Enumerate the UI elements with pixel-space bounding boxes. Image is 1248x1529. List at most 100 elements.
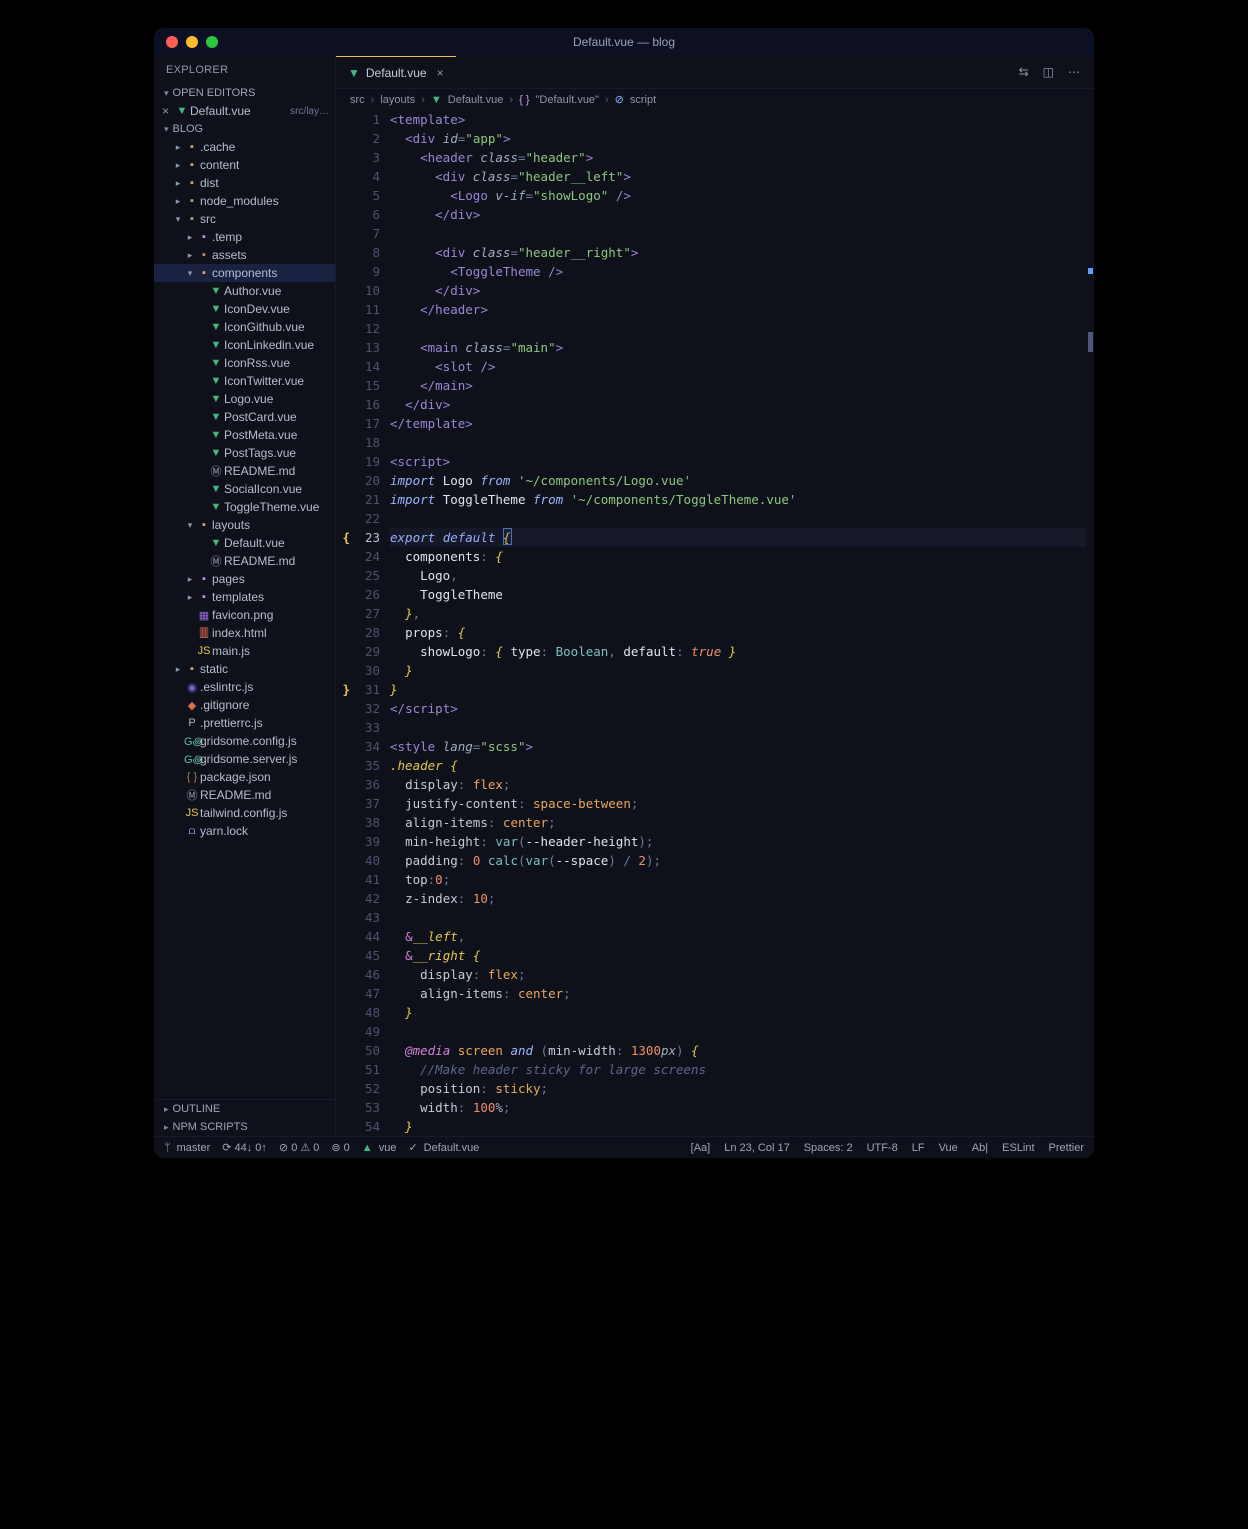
folder-item[interactable]: ▾▪components: [154, 264, 335, 282]
file-item[interactable]: G꩜gridsome.server.js: [154, 750, 335, 768]
file-item[interactable]: ▼SocialIcon.vue: [154, 480, 335, 498]
file-item[interactable]: ▼IconGithub.vue: [154, 318, 335, 336]
file-item[interactable]: ▼ToggleTheme.vue: [154, 498, 335, 516]
folder-item[interactable]: ▾▪src: [154, 210, 335, 228]
file-item[interactable]: ⓂREADME.md: [154, 552, 335, 570]
file-item[interactable]: ▼IconLinkedin.vue: [154, 336, 335, 354]
chevron-right-icon: ▸: [172, 160, 184, 171]
eslint-status[interactable]: ESLint: [1002, 1142, 1034, 1154]
file-item[interactable]: P.prettierrc.js: [154, 714, 335, 732]
file-item[interactable]: 🀫index.html: [154, 624, 335, 642]
overview-ruler[interactable]: [1087, 110, 1093, 1136]
ab-indicator[interactable]: Ab|: [972, 1142, 988, 1154]
file-item[interactable]: ⓂREADME.md: [154, 462, 335, 480]
folder-item[interactable]: ▾▪layouts: [154, 516, 335, 534]
file-item[interactable]: JSmain.js: [154, 642, 335, 660]
folder-item[interactable]: ▸▪content: [154, 156, 335, 174]
folder-icon: ▪: [196, 267, 212, 279]
folder-item[interactable]: ▸▪static: [154, 660, 335, 678]
file-item[interactable]: ▼Default.vue: [154, 534, 335, 552]
vue-icon: ▼: [208, 429, 224, 441]
problems[interactable]: ⊘ 0 ⚠ 0: [279, 1141, 319, 1154]
folder-item[interactable]: ▸▪.cache: [154, 138, 335, 156]
folder-item[interactable]: ▸▪pages: [154, 570, 335, 588]
prettier-file[interactable]: ✓Default.vue: [408, 1141, 479, 1154]
open-editor-item[interactable]: ×▼Default.vuesrc/lay…: [154, 102, 335, 120]
file-item[interactable]: ▼IconDev.vue: [154, 300, 335, 318]
file-item[interactable]: ▼IconRss.vue: [154, 354, 335, 372]
symbol-icon: ⊘: [615, 93, 624, 106]
file-item[interactable]: ▼PostMeta.vue: [154, 426, 335, 444]
file-item[interactable]: ▼PostCard.vue: [154, 408, 335, 426]
compare-icon[interactable]: ⇆: [1019, 65, 1029, 79]
breadcrumbs[interactable]: src› layouts› ▼ Default.vue› { } "Defaul…: [336, 89, 1094, 110]
case-sensitive[interactable]: [Aa]: [691, 1142, 711, 1154]
gridsome-icon: G꩜: [184, 733, 200, 749]
vue-icon: ▼: [208, 339, 224, 351]
outline-section[interactable]: ▸ OUTLINE: [154, 1100, 335, 1118]
chevron-down-icon: ▾: [164, 124, 169, 135]
open-editors-section[interactable]: ▾ OPEN EDITORS: [154, 84, 335, 102]
prettier-status[interactable]: Prettier: [1049, 1142, 1084, 1154]
tab-label: Default.vue: [366, 66, 427, 80]
file-item[interactable]: ▼PostTags.vue: [154, 444, 335, 462]
file-item[interactable]: ▼IconTwitter.vue: [154, 372, 335, 390]
indentation[interactable]: Spaces: 2: [804, 1142, 853, 1154]
git-sync[interactable]: ⟳ 44↓ 0↑: [222, 1141, 267, 1154]
png-icon: ▦: [196, 609, 212, 622]
npm-scripts-section[interactable]: ▸ NPM SCRIPTS: [154, 1118, 335, 1136]
folder-icon: ▪: [184, 663, 200, 675]
branch-icon: ᛘ: [164, 1142, 171, 1154]
json-icon: { }: [184, 771, 200, 783]
encoding[interactable]: UTF-8: [867, 1142, 898, 1154]
language-badge[interactable]: ▲ vue: [362, 1142, 397, 1154]
titlebar[interactable]: Default.vue — blog: [154, 28, 1094, 56]
eol[interactable]: LF: [912, 1142, 925, 1154]
chevron-right-icon: ▸: [184, 232, 196, 243]
file-item[interactable]: ▼Author.vue: [154, 282, 335, 300]
chevron-right-icon: ▸: [172, 664, 184, 675]
file-item[interactable]: ▦favicon.png: [154, 606, 335, 624]
lock-icon: ⩍: [184, 825, 200, 838]
chevron-right-icon: ▸: [164, 1122, 169, 1133]
more-actions-icon[interactable]: ⋯: [1068, 65, 1080, 79]
close-tab-icon[interactable]: ×: [437, 66, 444, 80]
folder-item[interactable]: ▸▪.temp: [154, 228, 335, 246]
file-item[interactable]: { }package.json: [154, 768, 335, 786]
folder-item[interactable]: ▸▪node_modules: [154, 192, 335, 210]
braces-icon: { }: [519, 94, 529, 106]
file-item[interactable]: G꩜gridsome.config.js: [154, 732, 335, 750]
file-item[interactable]: JStailwind.config.js: [154, 804, 335, 822]
file-item[interactable]: ⓂREADME.md: [154, 786, 335, 804]
file-item[interactable]: ⩍yarn.lock: [154, 822, 335, 840]
file-item[interactable]: ◆.gitignore: [154, 696, 335, 714]
language-mode[interactable]: Vue: [939, 1142, 958, 1154]
chevron-down-icon: ▾: [184, 268, 196, 279]
tests[interactable]: ⊚ 0: [331, 1141, 349, 1154]
explorer-sidebar: EXPLORER ▾ OPEN EDITORS ×▼Default.vuesrc…: [154, 56, 336, 1136]
project-section[interactable]: ▾ BLOG: [154, 120, 335, 138]
editor-window: Default.vue — blog EXPLORER ▾ OPEN EDITO…: [154, 28, 1094, 1158]
folder-item[interactable]: ▸▪assets: [154, 246, 335, 264]
file-item[interactable]: ◉.eslintrc.js: [154, 678, 335, 696]
folder-item[interactable]: ▸▪dist: [154, 174, 335, 192]
vue-icon: ▼: [208, 411, 224, 423]
vue-icon: ▼: [208, 285, 224, 297]
code-lines[interactable]: <template> <div id="app"> <header class=…: [390, 110, 1094, 1136]
file-item[interactable]: ▼Logo.vue: [154, 390, 335, 408]
cursor-position[interactable]: Ln 23, Col 17: [724, 1142, 789, 1154]
git-branch[interactable]: ᛘmaster: [164, 1142, 210, 1154]
chevron-right-icon: ▸: [184, 592, 196, 603]
split-editor-icon[interactable]: ◫: [1043, 65, 1054, 79]
chevron-right-icon: ▸: [184, 574, 196, 585]
vue-icon: ▼: [208, 357, 224, 369]
vue-icon: ▼: [174, 105, 190, 117]
tab-default-vue[interactable]: ▼ Default.vue ×: [336, 56, 456, 88]
vue-icon: ▲: [362, 1142, 373, 1154]
chevron-down-icon: ▾: [164, 88, 169, 99]
folder-item[interactable]: ▸▪templates: [154, 588, 335, 606]
vue-icon: ▼: [208, 501, 224, 513]
code-area[interactable]: {} 1234567891011121314151617181920212223…: [336, 110, 1094, 1136]
folder-icon: ▪: [184, 159, 200, 171]
vue-icon: ▼: [208, 483, 224, 495]
